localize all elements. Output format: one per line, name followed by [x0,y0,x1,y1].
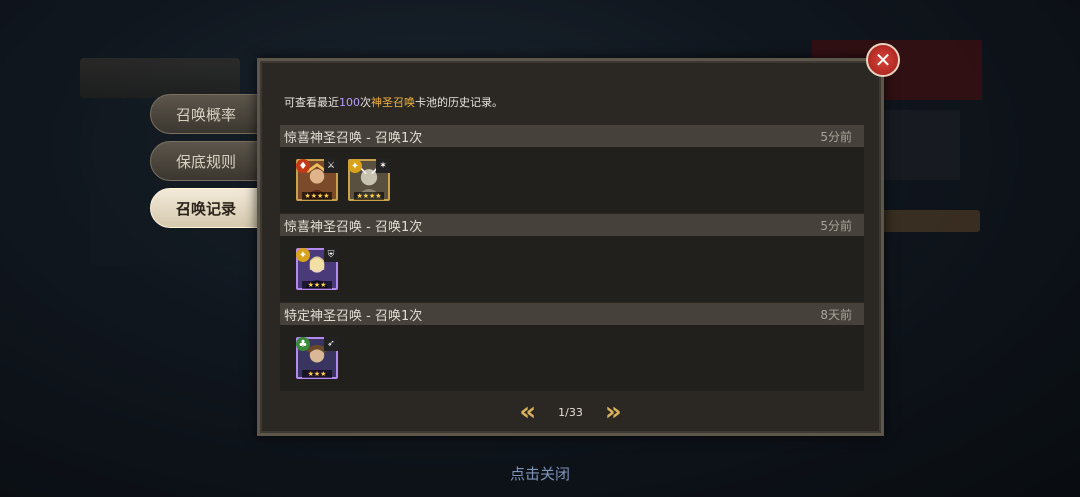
record-time: 5分前 [820,218,852,233]
history-intro: 可查看最近100次神圣召唤卡池的历史记录。 [284,94,503,110]
tab-pity-rules[interactable]: 保底规则 [150,141,262,181]
record-header: 惊喜神圣召唤 - 召唤1次 5分前 [280,214,864,236]
tab-summon-history[interactable]: 召唤记录 [150,188,262,228]
history-record: 惊喜神圣召唤 - 召唤1次 5分前 ♦ ⚔ ★★★★ ✦ ✶ ★★★★ [280,125,864,213]
star-class-icon: ✶ [376,159,390,173]
tab-summon-rate[interactable]: 召唤概率 [150,94,262,134]
prev-page-icon[interactable]: « [519,399,536,425]
earth-element-icon: ♣ [296,337,310,351]
close-icon: ✕ [874,48,892,72]
record-time: 8天前 [820,307,852,322]
history-record: 特定神圣召唤 - 召唤1次 8天前 ♣ ➶ ★★★ [280,303,864,391]
fire-element-icon: ♦ [296,159,310,173]
intro-prefix: 可查看最近 [284,96,339,109]
next-page-icon[interactable]: » [605,399,622,425]
intro-pool: 神圣召唤 [371,96,415,109]
shield-class-icon: ⛨ [324,248,338,262]
summon-history-panel: 可查看最近100次神圣召唤卡池的历史记录。 惊喜神圣召唤 - 召唤1次 5分前 … [257,58,884,436]
intro-mid: 次 [360,96,371,109]
tap-to-close-hint[interactable]: 点击关闭 [0,463,1080,484]
hero-stars: ★★★ [302,281,332,289]
close-button[interactable]: ✕ [866,43,900,77]
page-indicator: 1/33 [558,405,583,419]
hero-stars: ★★★★ [354,192,384,200]
tab-label: 召唤概率 [175,105,236,124]
intro-count: 100 [339,96,360,109]
record-heroes: ♣ ➶ ★★★ [280,325,864,391]
record-title: 特定神圣召唤 - 召唤1次 [284,308,423,324]
light-element-icon: ✦ [296,248,310,262]
record-heroes: ♦ ⚔ ★★★★ ✦ ✶ ★★★★ [280,147,864,213]
hero-card[interactable]: ♦ ⚔ ★★★★ [296,159,338,201]
hero-card[interactable]: ♣ ➶ ★★★ [296,337,338,379]
record-title: 惊喜神圣召唤 - 召唤1次 [284,130,423,146]
record-header: 惊喜神圣召唤 - 召唤1次 5分前 [280,125,864,147]
bow-class-icon: ➶ [324,337,338,351]
tab-label: 保底规则 [175,152,236,171]
history-record: 惊喜神圣召唤 - 召唤1次 5分前 ✦ ⛨ ★★★ [280,214,864,302]
light-element-icon: ✦ [348,159,362,173]
record-heroes: ✦ ⛨ ★★★ [280,236,864,302]
hero-card[interactable]: ✦ ⛨ ★★★ [296,248,338,290]
tab-label: 召唤记录 [175,199,236,218]
hero-stars: ★★★ [302,370,332,378]
intro-suffix: 卡池的历史记录。 [415,96,503,109]
sword-class-icon: ⚔ [324,159,338,173]
hero-stars: ★★★★ [302,192,332,200]
record-time: 5分前 [820,129,852,144]
hero-card[interactable]: ✦ ✶ ★★★★ [348,159,390,201]
record-header: 特定神圣召唤 - 召唤1次 8天前 [280,303,864,325]
record-title: 惊喜神圣召唤 - 召唤1次 [284,219,423,235]
pagination: « 1/33 » [260,399,881,425]
